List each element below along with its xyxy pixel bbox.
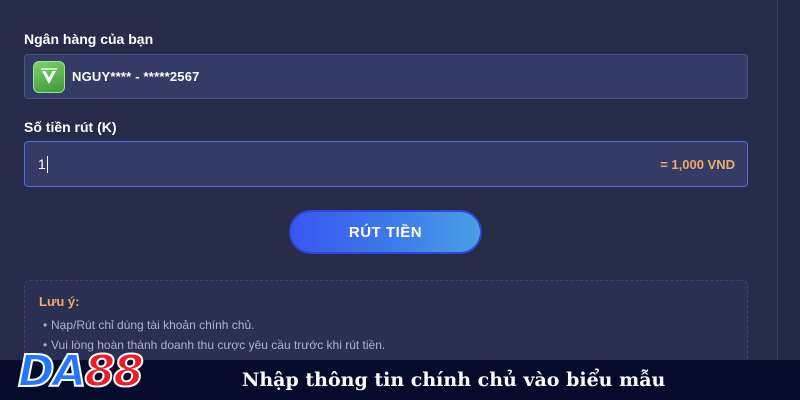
bank-account-value: NGUY**** - *****2567 xyxy=(72,69,200,84)
shield-v-logo-icon xyxy=(33,60,65,93)
bank-select[interactable]: NGUY**** - *****2567 xyxy=(24,54,748,99)
notice-list: • Nạp/Rút chỉ dùng tài khoản chính chủ. … xyxy=(39,315,733,355)
notice-item: • Nạp/Rút chỉ dùng tài khoản chính chủ. xyxy=(39,315,733,335)
side-panel-edge xyxy=(777,0,800,360)
amount-field[interactable]: 1 = 1,000 VND xyxy=(24,141,748,187)
notice-item-text: Nạp/Rút chỉ dùng tài khoản chính chủ. xyxy=(51,318,255,332)
notice-item: • Vui lòng hoàn thành doanh thu cược yêu… xyxy=(39,335,733,355)
footer-caption: Nhập thông tin chính chủ vào biểu mẫu xyxy=(242,369,666,391)
bullet-icon: • xyxy=(43,318,48,332)
amount-label: Số tiền rút (K) xyxy=(24,119,117,135)
amount-input-wrap[interactable]: 1 xyxy=(38,155,48,173)
bank-label: Ngân hàng của bạn xyxy=(24,31,154,47)
notice-title: Lưu ý: xyxy=(39,294,80,309)
withdraw-button[interactable]: RÚT TIỀN xyxy=(289,210,482,254)
text-caret xyxy=(46,155,48,173)
amount-converted: = 1,000 VND xyxy=(660,156,735,172)
amount-input-value[interactable]: 1 xyxy=(38,156,46,172)
